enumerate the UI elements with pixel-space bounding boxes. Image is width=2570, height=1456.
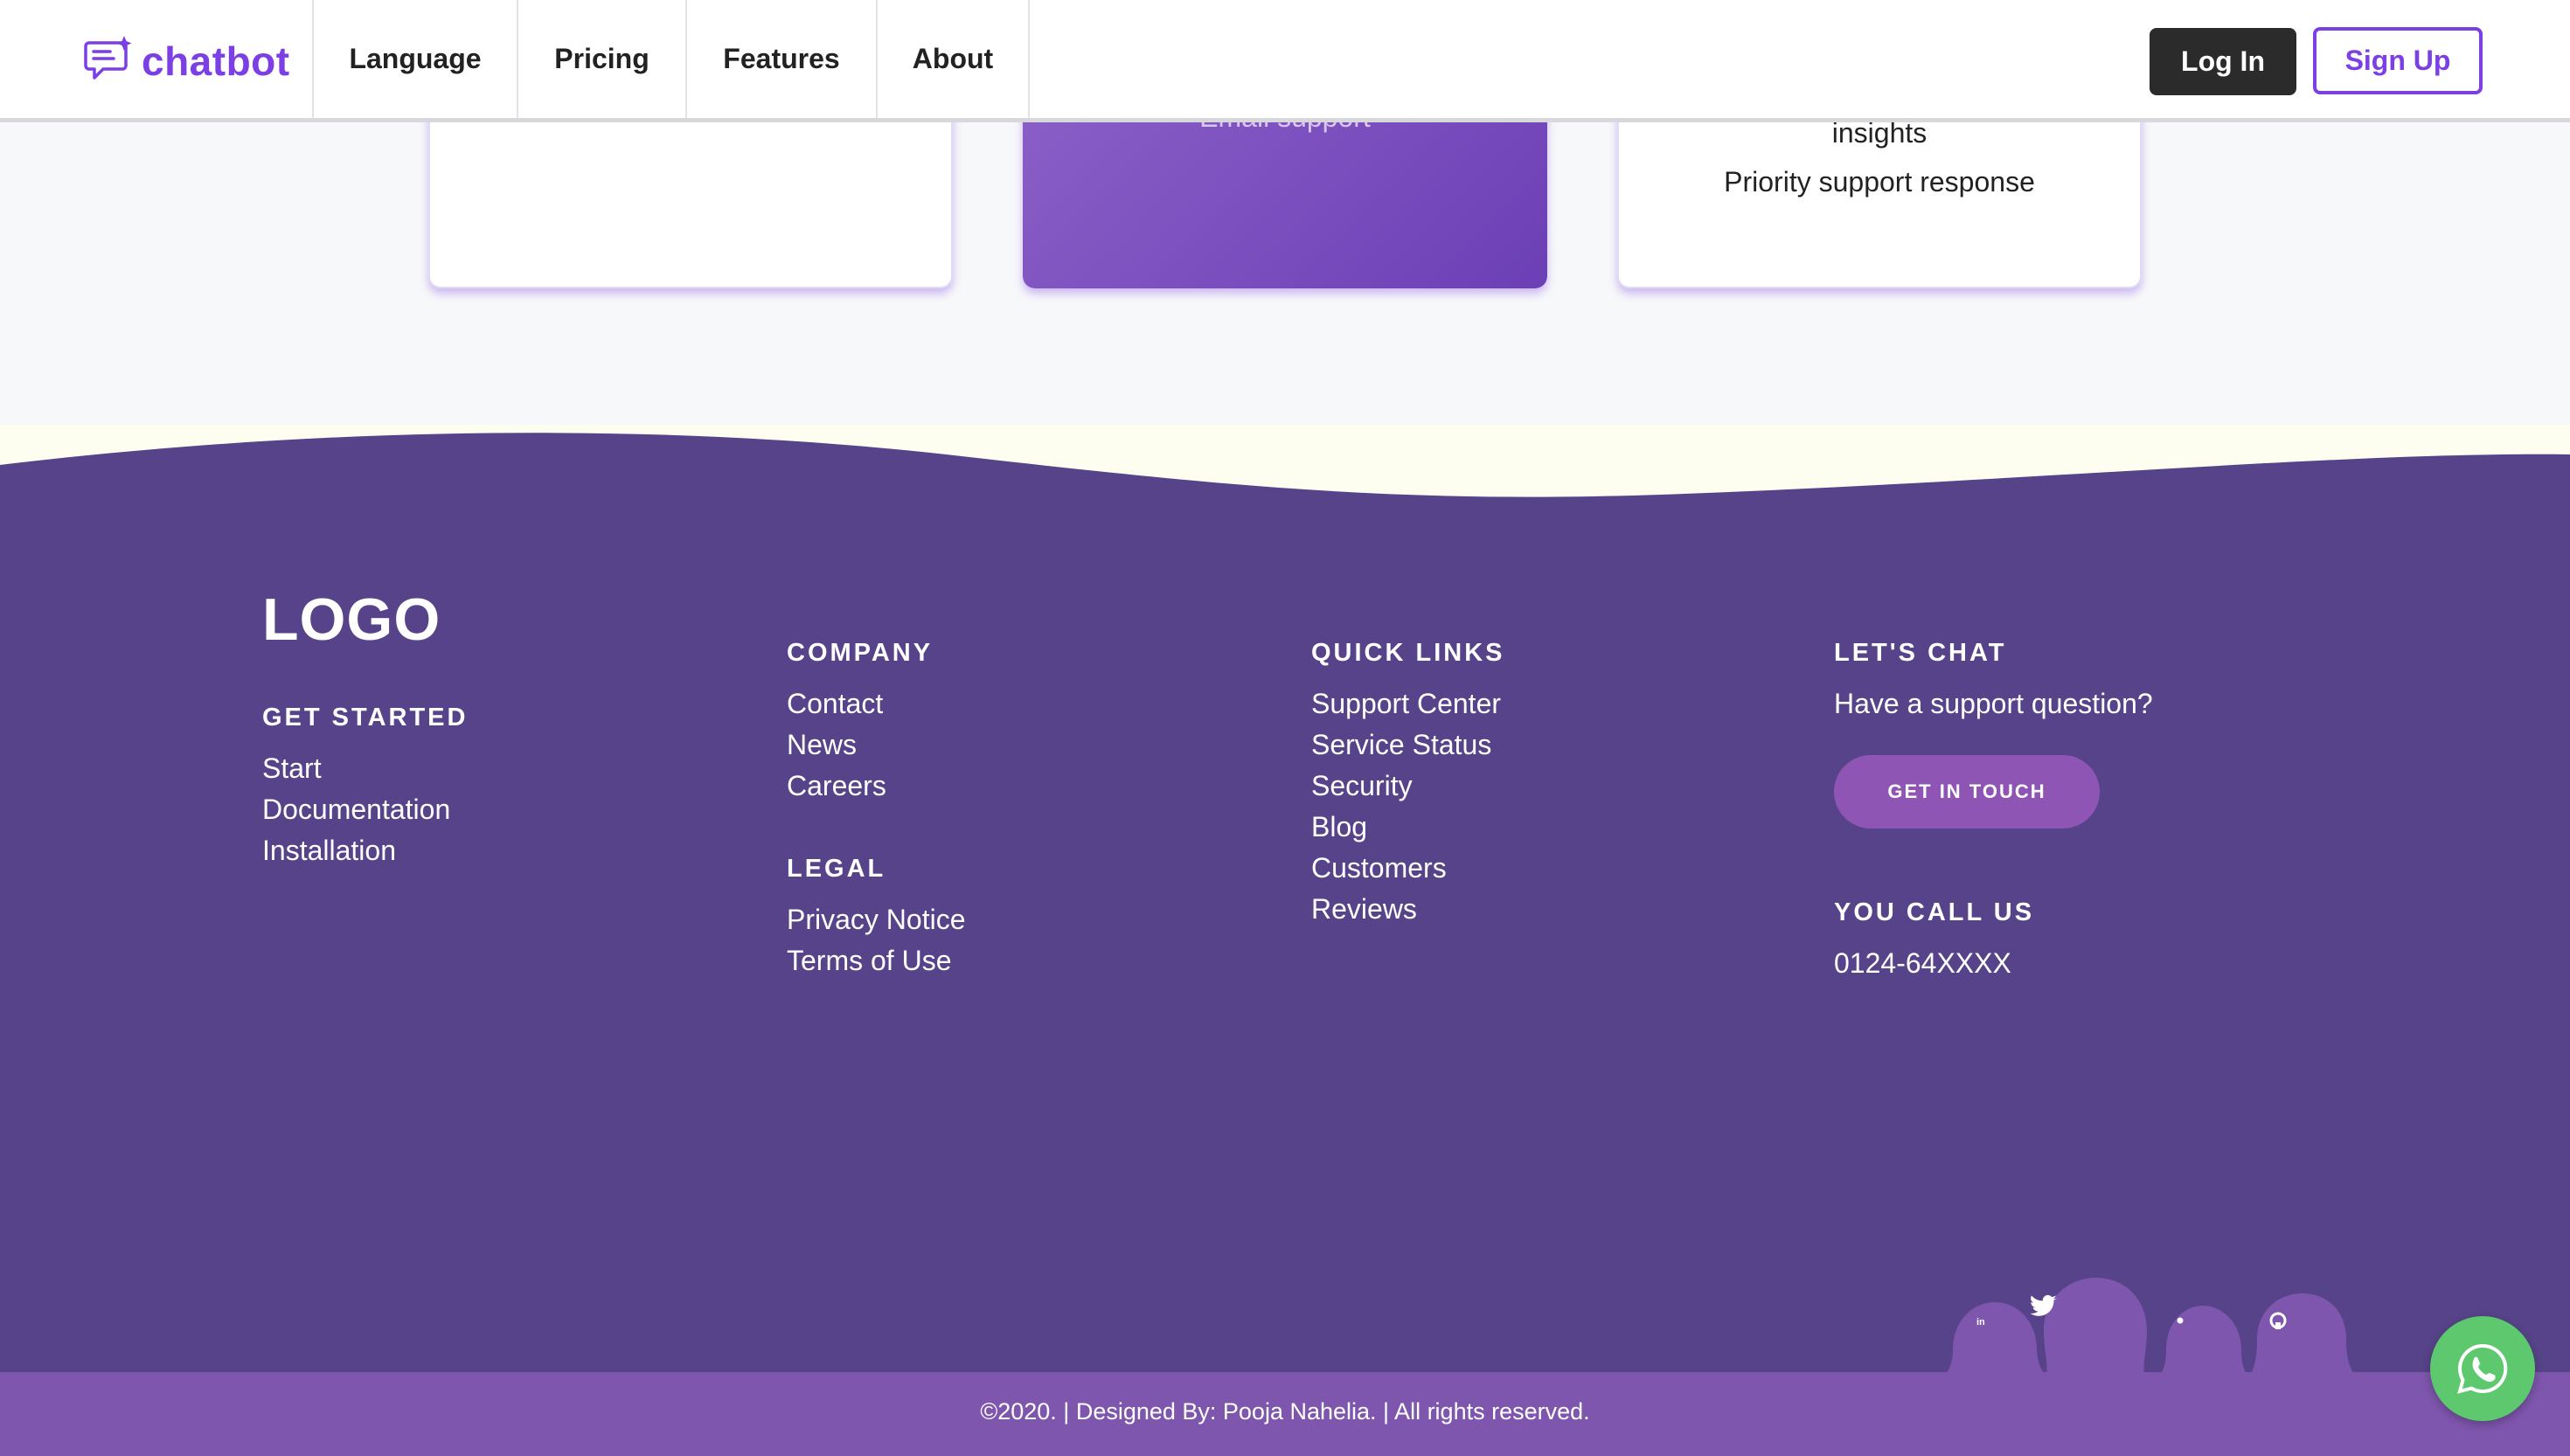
signup-button[interactable]: Sign Up (2313, 27, 2483, 94)
footer-link-customers[interactable]: Customers (1311, 852, 1447, 884)
footer-link-news[interactable]: News (787, 729, 857, 761)
pricing-card-pro: Email support (1023, 96, 1547, 288)
phone-number[interactable]: 0124-64XXXX (1834, 947, 2011, 980)
footer-link-installation[interactable]: Installation (262, 835, 396, 867)
footer-heading-lets-chat: LET'S CHAT (1834, 639, 2007, 667)
footer-link-service-status[interactable]: Service Status (1311, 729, 1491, 761)
footer-link-careers[interactable]: Careers (787, 770, 886, 802)
footer-logo[interactable]: LOGO (262, 586, 441, 654)
support-question-text: Have a support question? (1834, 688, 2153, 719)
pricing-feature-text: Priority support response (1724, 166, 2035, 198)
footer-link-blog[interactable]: Blog (1311, 811, 1367, 843)
footer-link-documentation[interactable]: Documentation (262, 794, 450, 826)
whatsapp-icon (2457, 1343, 2508, 1394)
footer-link-reviews[interactable]: Reviews (1311, 893, 1417, 926)
instagram-icon[interactable] (2177, 1317, 2184, 1324)
footer-heading-company: COMPANY (787, 639, 934, 667)
whatsapp-chat-button[interactable] (2430, 1316, 2535, 1421)
pricing-card-basic (428, 96, 953, 288)
copyright-text: ©2020. | Designed By: Pooja Nahelia. | A… (980, 1398, 1590, 1425)
social-links: in (1941, 1278, 2360, 1381)
footer-wave (0, 433, 2570, 530)
brand-logo[interactable]: chatbot (84, 31, 290, 91)
footer-link-privacy[interactable]: Privacy Notice (787, 904, 966, 936)
login-button[interactable]: Log In (2150, 28, 2296, 95)
get-in-touch-button[interactable]: GET IN TOUCH (1834, 755, 2100, 829)
footer-heading-get-started: GET STARTED (262, 704, 469, 731)
pricing-card-enterprise: insights Priority support response (1617, 96, 2142, 288)
footer-link-terms[interactable]: Terms of Use (787, 945, 951, 977)
brand-name: chatbot (142, 38, 290, 84)
footer-heading-legal: LEGAL (787, 855, 886, 883)
footer-link-start[interactable]: Start (262, 752, 322, 785)
nav-pricing[interactable]: Pricing (517, 0, 685, 118)
nav-about[interactable]: About (876, 0, 1030, 118)
footer-link-contact[interactable]: Contact (787, 688, 883, 720)
footer-heading-quick-links: QUICK LINKS (1311, 639, 1505, 667)
footer-link-support-center[interactable]: Support Center (1311, 688, 1501, 720)
footer-heading-call-us: YOU CALL US (1834, 898, 2035, 926)
footer (0, 524, 2570, 1398)
linkedin-icon[interactable]: in (1976, 1317, 1985, 1328)
top-navbar: chatbot Language Pricing Features About … (0, 0, 2570, 122)
footer-link-security[interactable]: Security (1311, 770, 1413, 802)
chat-sparkle-icon (84, 36, 132, 80)
svg-text:in: in (1976, 1317, 1985, 1328)
nav-language[interactable]: Language (312, 0, 517, 118)
nav-features[interactable]: Features (685, 0, 876, 118)
